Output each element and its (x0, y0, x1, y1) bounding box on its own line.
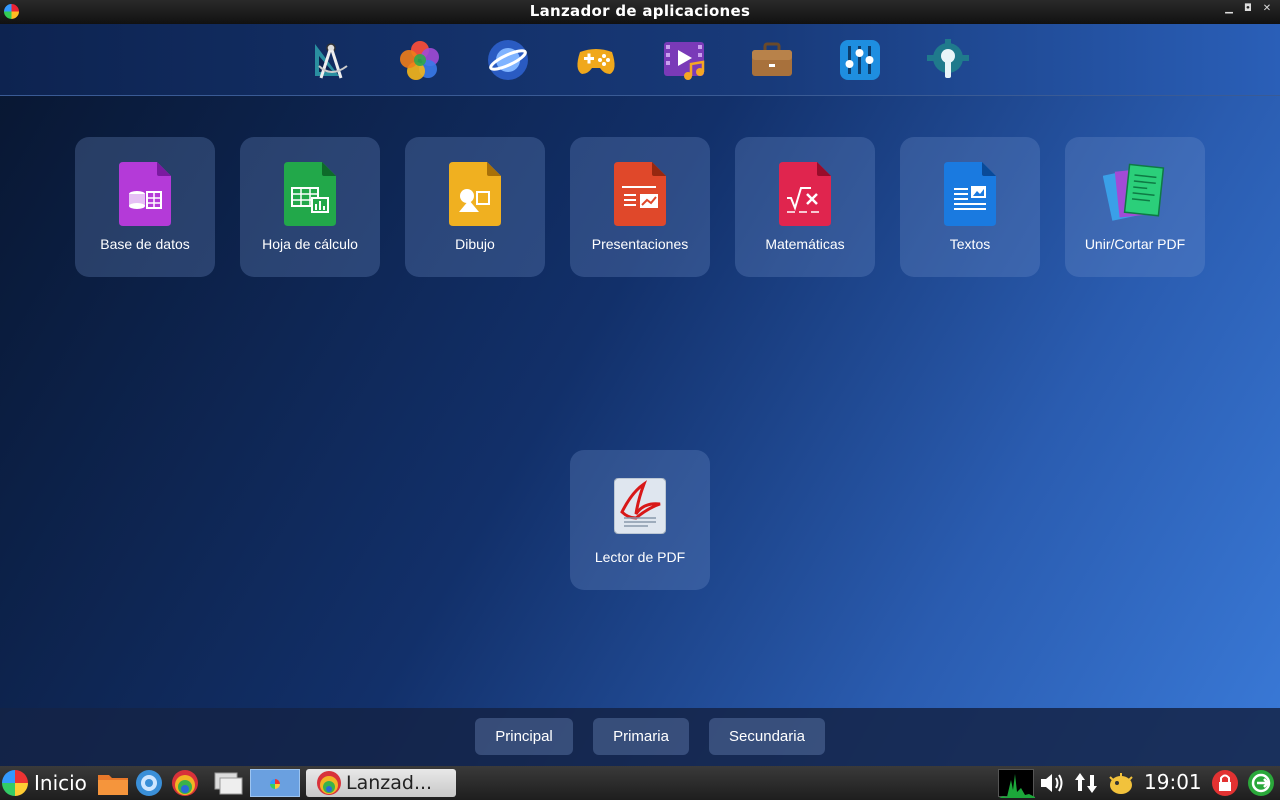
drawing-icon (449, 162, 501, 226)
start-label: Inicio (34, 771, 87, 795)
office-icon[interactable] (750, 38, 794, 82)
app-tile-spreadsheet[interactable]: Hoja de cálculo (240, 137, 380, 277)
file-manager-icon[interactable] (96, 769, 130, 797)
games-icon[interactable] (574, 38, 618, 82)
app-label: Presentaciones (591, 236, 689, 252)
math-icon (779, 162, 831, 226)
tab-primaria[interactable]: Primaria (593, 718, 689, 755)
accessories-icon[interactable] (309, 38, 353, 82)
app-tile-drawing[interactable]: Dibujo (405, 137, 545, 277)
multimedia-icon[interactable] (662, 38, 706, 82)
spreadsheet-icon (284, 162, 336, 226)
app-tile-math[interactable]: Matemáticas (735, 137, 875, 277)
writer-icon (944, 162, 996, 226)
launcher-window: Base de datos Hoja de cálculo Dibujo Pre… (0, 24, 1280, 766)
volume-icon[interactable] (1038, 769, 1068, 797)
pdf-split-icon (1103, 163, 1165, 221)
task-label: Lanzad... (346, 772, 433, 794)
app-label: Unir/Cortar PDF (1084, 236, 1186, 252)
category-bar (0, 24, 1280, 96)
task-button-launcher[interactable]: Lanzad... (306, 769, 456, 797)
app-label: Dibujo (455, 236, 495, 252)
settings-icon[interactable] (838, 38, 882, 82)
graphics-icon[interactable] (398, 38, 442, 82)
app-tile-pdf-reader[interactable]: Lector de PDF (570, 450, 710, 590)
maximize-icon[interactable]: ◘ (1243, 3, 1253, 14)
start-menu-icon (2, 770, 28, 796)
start-button[interactable]: Inicio (2, 769, 92, 797)
show-desktop-icon[interactable] (212, 769, 244, 797)
title-bar: Lanzador de aplicaciones ▁ ◘ ✕ (0, 0, 1280, 24)
tab-secundaria[interactable]: Secundaria (709, 718, 825, 755)
pager-window-icon (270, 779, 280, 789)
app-label: Hoja de cálculo (262, 236, 358, 252)
logout-icon[interactable] (1246, 769, 1276, 797)
app-tile-writer[interactable]: Textos (900, 137, 1040, 277)
cpu-monitor[interactable] (998, 769, 1035, 798)
browser-icon[interactable] (134, 769, 164, 797)
app-tile-presentation[interactable]: Presentaciones (570, 137, 710, 277)
database-icon (119, 162, 171, 226)
bottom-tabs-bar: Principal Primaria Secundaria (0, 708, 1280, 766)
app-label: Textos (949, 236, 991, 252)
updater-icon[interactable] (1106, 769, 1136, 797)
tab-principal[interactable]: Principal (475, 718, 573, 755)
app-label: Base de datos (100, 236, 190, 252)
app-tile-database[interactable]: Base de datos (75, 137, 215, 277)
window-title: Lanzador de aplicaciones (529, 2, 751, 20)
app-label: Lector de PDF (594, 549, 686, 565)
workspace-pager[interactable] (250, 769, 300, 797)
app-tile-pdf-split[interactable]: Unir/Cortar PDF (1065, 137, 1205, 277)
minimize-icon[interactable]: ▁ (1224, 3, 1234, 14)
close-icon[interactable]: ✕ (1262, 3, 1272, 14)
pdf-reader-icon (614, 478, 666, 534)
task-app-icon (317, 771, 341, 795)
system-icon[interactable] (926, 38, 970, 82)
clock[interactable]: 19:01 (1144, 770, 1206, 798)
window-controls: ▁ ◘ ✕ (1224, 3, 1272, 14)
presentation-icon (614, 162, 666, 226)
app-launcher-icon[interactable] (170, 769, 200, 797)
app-label: Matemáticas (765, 236, 845, 252)
network-icon[interactable] (1072, 769, 1100, 797)
internet-icon[interactable] (486, 38, 530, 82)
taskbar: Inicio Lanzad... 19:01 (0, 766, 1280, 800)
lock-icon[interactable] (1210, 769, 1240, 797)
